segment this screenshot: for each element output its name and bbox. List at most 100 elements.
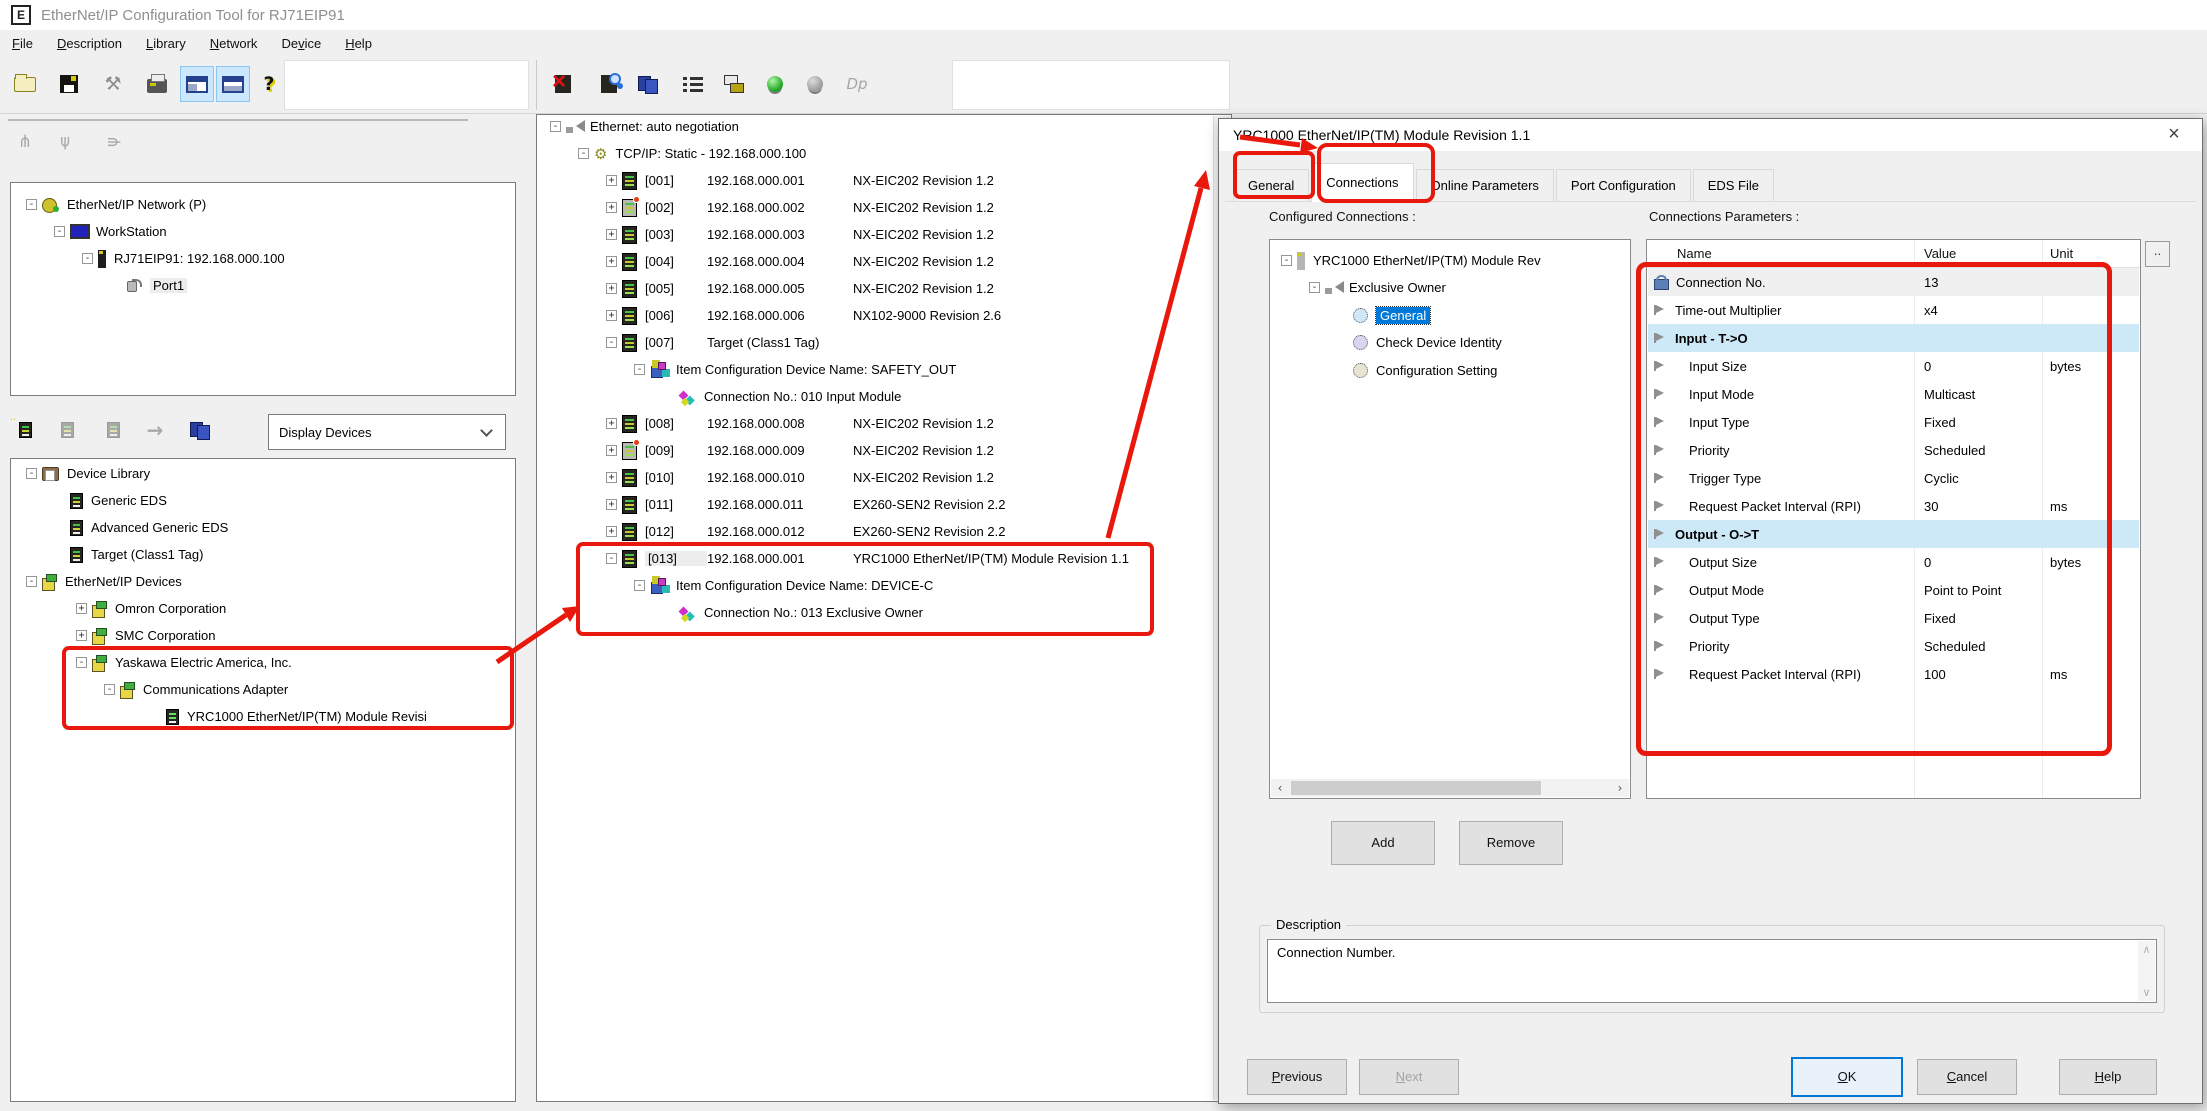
tree-item-device-003[interactable]: + [003] 192.168.000.003 NX-EIC202 Revisi… xyxy=(538,225,1230,244)
expand-toggle[interactable]: - xyxy=(634,364,645,375)
menu-description[interactable]: Description xyxy=(45,32,134,55)
tree-item-device-009[interactable]: + [009] 192.168.000.009 NX-EIC202 Revisi… xyxy=(538,441,1230,460)
tree-item-device-006[interactable]: + [006] 192.168.000.006 NX102-9000 Revis… xyxy=(538,306,1230,325)
tree-item-device-005[interactable]: + [005] 192.168.000.005 NX-EIC202 Revisi… xyxy=(538,279,1230,298)
connect-tool-button[interactable]: ⋔ xyxy=(8,124,42,160)
toggle-library-pane-button[interactable] xyxy=(216,66,250,102)
param-row-input-rpi[interactable]: Request Packet Interval (RPI) 30 ms xyxy=(1648,492,2139,520)
param-row-input-section[interactable]: Input - T->O xyxy=(1648,324,2139,352)
menu-network[interactable]: Network xyxy=(198,32,270,55)
description-scrollbar[interactable]: ∧ ∨ xyxy=(2138,941,2155,1001)
expand-toggle[interactable]: + xyxy=(606,445,617,456)
menu-help[interactable]: Help xyxy=(333,32,384,55)
expand-toggle[interactable]: + xyxy=(606,283,617,294)
expand-toggle[interactable]: + xyxy=(606,202,617,213)
tree-item-device-012[interactable]: + [012] 192.168.000.012 EX260-SEN2 Revis… xyxy=(538,522,1230,541)
expand-toggle[interactable]: + xyxy=(606,418,617,429)
tree-item-smc[interactable]: + SMC Corporation xyxy=(12,626,514,645)
help-dialog-button[interactable]: Help xyxy=(2059,1059,2157,1095)
tree-item-device-library[interactable]: - Device Library xyxy=(12,464,514,483)
tree-item-tcpip[interactable]: - ⚙ TCP/IP: Static - 192.168.000.100 xyxy=(538,144,1230,163)
tree-item-device-004[interactable]: + [004] 192.168.000.004 NX-EIC202 Revisi… xyxy=(538,252,1230,271)
tree-item-device-013[interactable]: - [013] 192.168.000.001 YRC1000 EtherNet… xyxy=(538,549,1230,568)
conn-tree-module[interactable]: - YRC1000 EtherNet/IP(TM) Module Rev xyxy=(1271,251,1629,270)
print-button[interactable] xyxy=(140,66,174,102)
delete-device-button[interactable] xyxy=(546,66,580,102)
param-row-input-priority[interactable]: Priority Scheduled xyxy=(1648,436,2139,464)
close-icon[interactable]: × xyxy=(2154,119,2194,149)
param-row-output-section[interactable]: Output - O->T xyxy=(1648,520,2139,548)
expand-toggle[interactable]: - xyxy=(1281,255,1292,266)
menu-device[interactable]: Device xyxy=(269,32,333,55)
expand-toggle[interactable]: + xyxy=(606,499,617,510)
param-row-output-priority[interactable]: Priority Scheduled xyxy=(1648,632,2139,660)
diagnostics-button[interactable]: Dp xyxy=(840,66,874,102)
tree-item-ethernet-ip-network[interactable]: - EtherNet/IP Network (P) xyxy=(12,195,514,214)
param-row-connection-no[interactable]: Connection No. 13 xyxy=(1648,268,2139,296)
save-button[interactable] xyxy=(52,66,86,102)
next-button[interactable]: Next xyxy=(1359,1059,1459,1095)
import-eds-button[interactable]: → xyxy=(138,412,172,448)
device-view-button[interactable] xyxy=(630,66,664,102)
tree-item-device-008[interactable]: + [008] 192.168.000.008 NX-EIC202 Revisi… xyxy=(538,414,1230,433)
conn-tree-general[interactable]: General xyxy=(1271,306,1629,325)
expand-toggle[interactable]: + xyxy=(76,603,87,614)
param-row-input-mode[interactable]: Input Mode Multicast xyxy=(1648,380,2139,408)
tab-eds-file[interactable]: EDS File xyxy=(1693,169,1774,202)
cancel-button[interactable]: Cancel xyxy=(1917,1059,2017,1095)
chevron-left-icon[interactable]: ‹ xyxy=(1271,781,1289,795)
tree-item-device-010[interactable]: + [010] 192.168.000.010 NX-EIC202 Revisi… xyxy=(538,468,1230,487)
param-row-output-mode[interactable]: Output Mode Point to Point xyxy=(1648,576,2139,604)
tree-item-item-config-safety-out[interactable]: - Item Configuration Device Name: SAFETY… xyxy=(538,360,1230,379)
go-online-button[interactable] xyxy=(758,66,792,102)
tree-item-workstation[interactable]: - WorkStation xyxy=(12,222,514,241)
previous-button[interactable]: Previous xyxy=(1247,1059,1347,1095)
display-filter-dropdown[interactable]: Display Devices xyxy=(268,414,506,450)
tree-item-rj71eip91[interactable]: - RJ71EIP91: 192.168.000.100 xyxy=(12,249,514,268)
tree-item-device-002[interactable]: + [002] 192.168.000.002 NX-EIC202 Revisi… xyxy=(538,198,1230,217)
tree-item-device-007[interactable]: - [007] Target (Class1 Tag) xyxy=(538,333,1230,352)
conn-tree-configuration-setting[interactable]: Configuration Setting xyxy=(1271,361,1629,380)
param-row-timeout-multiplier[interactable]: Time-out Multiplier x4 xyxy=(1648,296,2139,324)
network-view-button[interactable] xyxy=(716,66,750,102)
expand-toggle[interactable]: - xyxy=(26,468,37,479)
expand-toggle[interactable]: - xyxy=(550,121,561,132)
tree-item-connection-010[interactable]: Connection No.: 010 Input Module xyxy=(538,387,1230,406)
expand-toggle[interactable]: - xyxy=(104,684,115,695)
add-eds-button[interactable]: .. xyxy=(8,412,42,448)
menu-file[interactable]: File xyxy=(0,32,45,55)
help-button[interactable]: ? xyxy=(252,66,286,102)
tree-item-yaskawa[interactable]: - Yaskawa Electric America, Inc. xyxy=(12,653,514,672)
expand-toggle[interactable]: - xyxy=(26,576,37,587)
expand-toggle[interactable]: + xyxy=(76,630,87,641)
tree-item-port1[interactable]: Port1 xyxy=(12,276,514,295)
expand-toggle[interactable]: - xyxy=(54,226,65,237)
description-textbox[interactable]: Connection Number. ∧ ∨ xyxy=(1267,939,2157,1003)
add-button[interactable]: Add xyxy=(1331,821,1435,865)
tree-item-ethernet-root[interactable]: - Ethernet: auto negotiation xyxy=(538,117,1230,136)
tree-item-device-001[interactable]: + [001] 192.168.000.001 NX-EIC202 Revisi… xyxy=(538,171,1230,190)
tree-item-advanced-generic-eds[interactable]: Advanced Generic EDS xyxy=(12,518,514,537)
tree-item-yrc1000-module[interactable]: YRC1000 EtherNet/IP(TM) Module Revisi xyxy=(12,707,514,726)
expand-toggle[interactable]: - xyxy=(578,148,589,159)
tree-item-connection-013[interactable]: Connection No.: 013 Exclusive Owner xyxy=(538,603,1230,622)
expand-toggle[interactable]: - xyxy=(26,199,37,210)
item-list-button[interactable] xyxy=(676,66,710,102)
copy-eds-button[interactable] xyxy=(182,412,216,448)
tree-item-ethernet-ip-devices[interactable]: - EtherNet/IP Devices xyxy=(12,572,514,591)
verify-tool-button[interactable]: ⋔ xyxy=(96,124,130,160)
expand-toggle[interactable]: - xyxy=(606,553,617,564)
tab-port-configuration[interactable]: Port Configuration xyxy=(1556,169,1691,202)
tab-online-parameters[interactable]: Online Parameters xyxy=(1416,169,1554,202)
tree-item-item-config-device-c[interactable]: - Item Configuration Device Name: DEVICE… xyxy=(538,576,1230,595)
expand-toggle[interactable]: - xyxy=(82,253,93,264)
scroll-down-icon[interactable]: ∨ xyxy=(2138,986,2155,999)
param-row-input-size[interactable]: Input Size 0 bytes xyxy=(1648,352,2139,380)
go-offline-button[interactable] xyxy=(798,66,832,102)
more-columns-button[interactable]: .. xyxy=(2145,241,2170,267)
expand-toggle[interactable]: + xyxy=(606,256,617,267)
param-row-input-type[interactable]: Input Type Fixed xyxy=(1648,408,2139,436)
detect-device-button[interactable] xyxy=(592,66,626,102)
chevron-right-icon[interactable]: › xyxy=(1611,781,1629,795)
tree-item-generic-eds[interactable]: Generic EDS xyxy=(12,491,514,510)
